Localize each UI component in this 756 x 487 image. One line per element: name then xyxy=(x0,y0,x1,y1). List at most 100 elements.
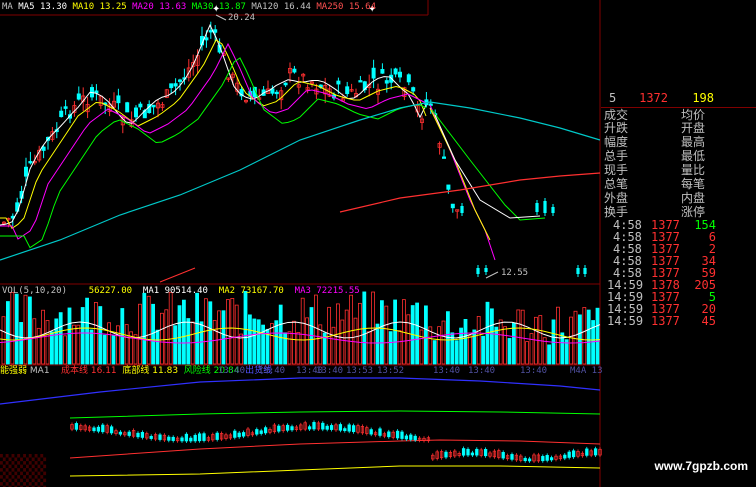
volume-bar xyxy=(159,312,164,365)
indicator-candle-body xyxy=(545,455,549,461)
volume-bar xyxy=(269,323,274,365)
indicator-candle-body xyxy=(593,448,598,456)
orderbook-level: 5 xyxy=(609,91,617,105)
indicator-candle-body xyxy=(351,425,356,433)
indicator-candle-body xyxy=(571,450,576,458)
volume-bar xyxy=(10,292,15,365)
ma30-value: 13.87 xyxy=(218,2,246,12)
indicator-candle-body xyxy=(215,432,219,440)
volume-bar xyxy=(274,320,279,365)
indicator-candle-body xyxy=(92,427,96,432)
candle-body xyxy=(177,79,182,82)
volume-bar xyxy=(556,306,560,365)
volume-bar xyxy=(63,335,67,365)
candle-body xyxy=(151,104,156,108)
volume-bar xyxy=(366,331,371,365)
volume-legend-title: VOL(5,10,20) xyxy=(2,286,68,296)
volume-bar xyxy=(331,326,336,365)
volume-bar xyxy=(217,310,222,365)
volume-bar xyxy=(221,310,226,365)
volume-bar xyxy=(54,318,59,365)
risk-line-label: 风险线 xyxy=(183,366,211,376)
volume-ma2: MA2 73167.70 xyxy=(218,286,284,296)
quote-label-cur-vol: 现手 xyxy=(604,163,629,177)
candle-body xyxy=(336,80,341,85)
low-price-label: 12.55 xyxy=(501,268,529,278)
volume-bar xyxy=(146,295,151,365)
orderbook-volume: 198 xyxy=(692,91,714,105)
volume-bar xyxy=(27,296,32,365)
candle-body xyxy=(292,68,297,73)
volume-bar xyxy=(582,307,587,365)
time-label-5: 13:52 xyxy=(377,366,405,376)
quote-value-high: 1393 xyxy=(725,135,754,149)
tick-list[interactable]: 4:58 1377 154 4:58 1377 6 4:58 1377 2 4:… xyxy=(601,219,756,328)
indicator-candle-body xyxy=(329,425,334,430)
volume-bar xyxy=(23,294,28,365)
candle-body xyxy=(125,102,130,113)
indicator-candle-body xyxy=(167,436,171,441)
indicator-candle-body xyxy=(263,427,268,434)
volume-ma3: MA3 72215.55 xyxy=(294,286,360,296)
quote-label-inner: 内盘 xyxy=(681,191,706,205)
volume-bar xyxy=(472,329,477,365)
volume-bar xyxy=(538,315,543,365)
candle-body xyxy=(476,268,480,274)
cost-line-label: 成本线 xyxy=(61,366,89,376)
candle-body xyxy=(208,30,213,33)
volume-bar xyxy=(595,307,600,365)
quote-value-cur-vol: 45 xyxy=(653,163,668,177)
indicator-candle-body xyxy=(197,433,202,442)
bottom-line-value: 11.83 xyxy=(152,366,179,376)
quote-label-low: 最低 xyxy=(681,149,706,163)
indicator-candle-body xyxy=(395,430,400,439)
indicator-candle-body xyxy=(400,431,404,439)
ma10-line xyxy=(0,39,427,230)
volume-bar xyxy=(481,335,486,365)
quote-value-total-vol: 56227 xyxy=(631,149,668,163)
candle-body xyxy=(380,69,385,74)
volume-bar xyxy=(349,294,354,365)
volume-bar xyxy=(300,297,305,365)
sell-line xyxy=(0,377,601,405)
volume-bar xyxy=(489,308,494,365)
ma5-line xyxy=(0,23,427,226)
ma10-label: MA10 xyxy=(72,2,95,12)
volume-bar xyxy=(313,294,318,365)
indicator-candle-body xyxy=(461,448,466,456)
indicator-candle-body xyxy=(189,437,193,442)
ma10-value: 13.25 xyxy=(99,2,127,12)
candle-body xyxy=(116,95,121,104)
volume-bar xyxy=(463,319,468,365)
indicator-candle-body xyxy=(259,430,263,434)
volume-bar xyxy=(379,300,384,365)
volume-bar xyxy=(278,304,283,365)
volume-bar xyxy=(32,318,37,365)
volume-bar xyxy=(252,318,257,365)
time-label-3: 13:40 xyxy=(316,366,344,376)
volume-bar xyxy=(107,322,111,365)
orderbook-price: 1372 xyxy=(639,91,668,105)
volume-bar xyxy=(85,297,89,365)
bottom-line xyxy=(69,465,601,477)
indicator-candle-body xyxy=(96,426,101,432)
volume-bar xyxy=(155,329,160,365)
quote-label-outer: 外盘 xyxy=(604,191,629,205)
time-label-4: 13:53 xyxy=(346,366,374,376)
quote-panel: 成交 1377 均价 1371 升跌 ▲013 开盘 1353 幅度 0.95%… xyxy=(601,107,756,220)
volume-bar xyxy=(102,334,107,365)
indicator-candle-body xyxy=(343,428,347,432)
candle-body xyxy=(543,201,547,213)
indicator-candle-body xyxy=(387,431,391,438)
volume-bar xyxy=(393,299,398,365)
time-label-0: 13:40 xyxy=(218,366,246,376)
candle-body xyxy=(393,68,398,75)
indicator-candle-body xyxy=(369,429,373,435)
candle-body xyxy=(283,82,288,86)
volume-bar xyxy=(296,332,301,365)
volume-bar xyxy=(186,318,191,365)
quote-label-trades: 总笔 xyxy=(604,177,629,191)
volume-bar xyxy=(50,331,54,365)
background-glyph-icon: ▒▒ xyxy=(0,454,46,487)
quote-label-total-vol: 总手 xyxy=(604,149,629,163)
